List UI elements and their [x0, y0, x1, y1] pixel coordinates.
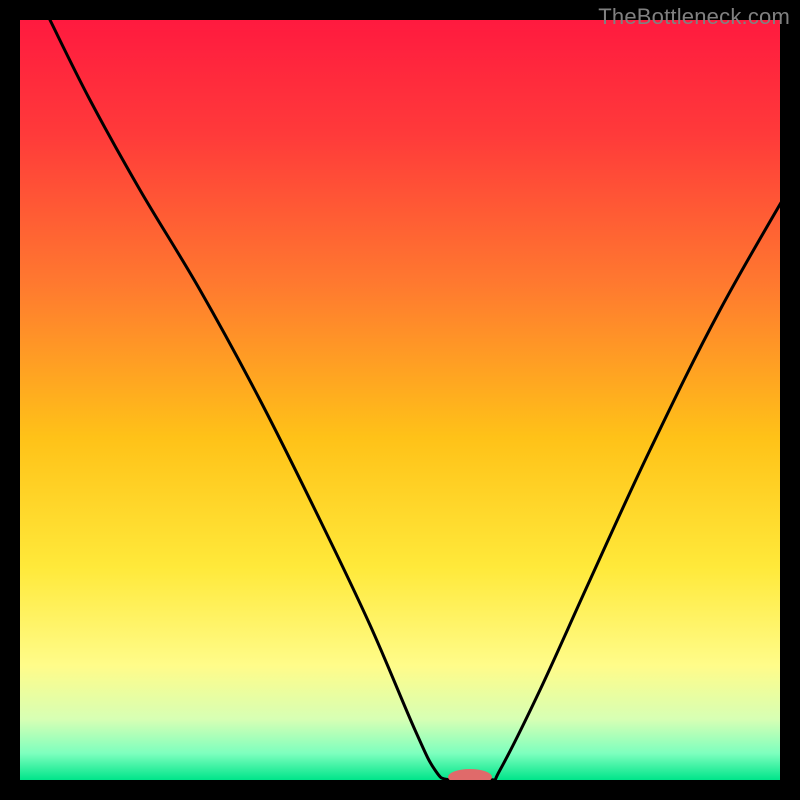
plot-background	[20, 20, 780, 780]
minimum-marker	[448, 769, 492, 785]
watermark-text: TheBottleneck.com	[598, 4, 790, 30]
chart-frame: { "watermark": "TheBottleneck.com", "cha…	[0, 0, 800, 800]
bottleneck-chart	[0, 0, 800, 800]
